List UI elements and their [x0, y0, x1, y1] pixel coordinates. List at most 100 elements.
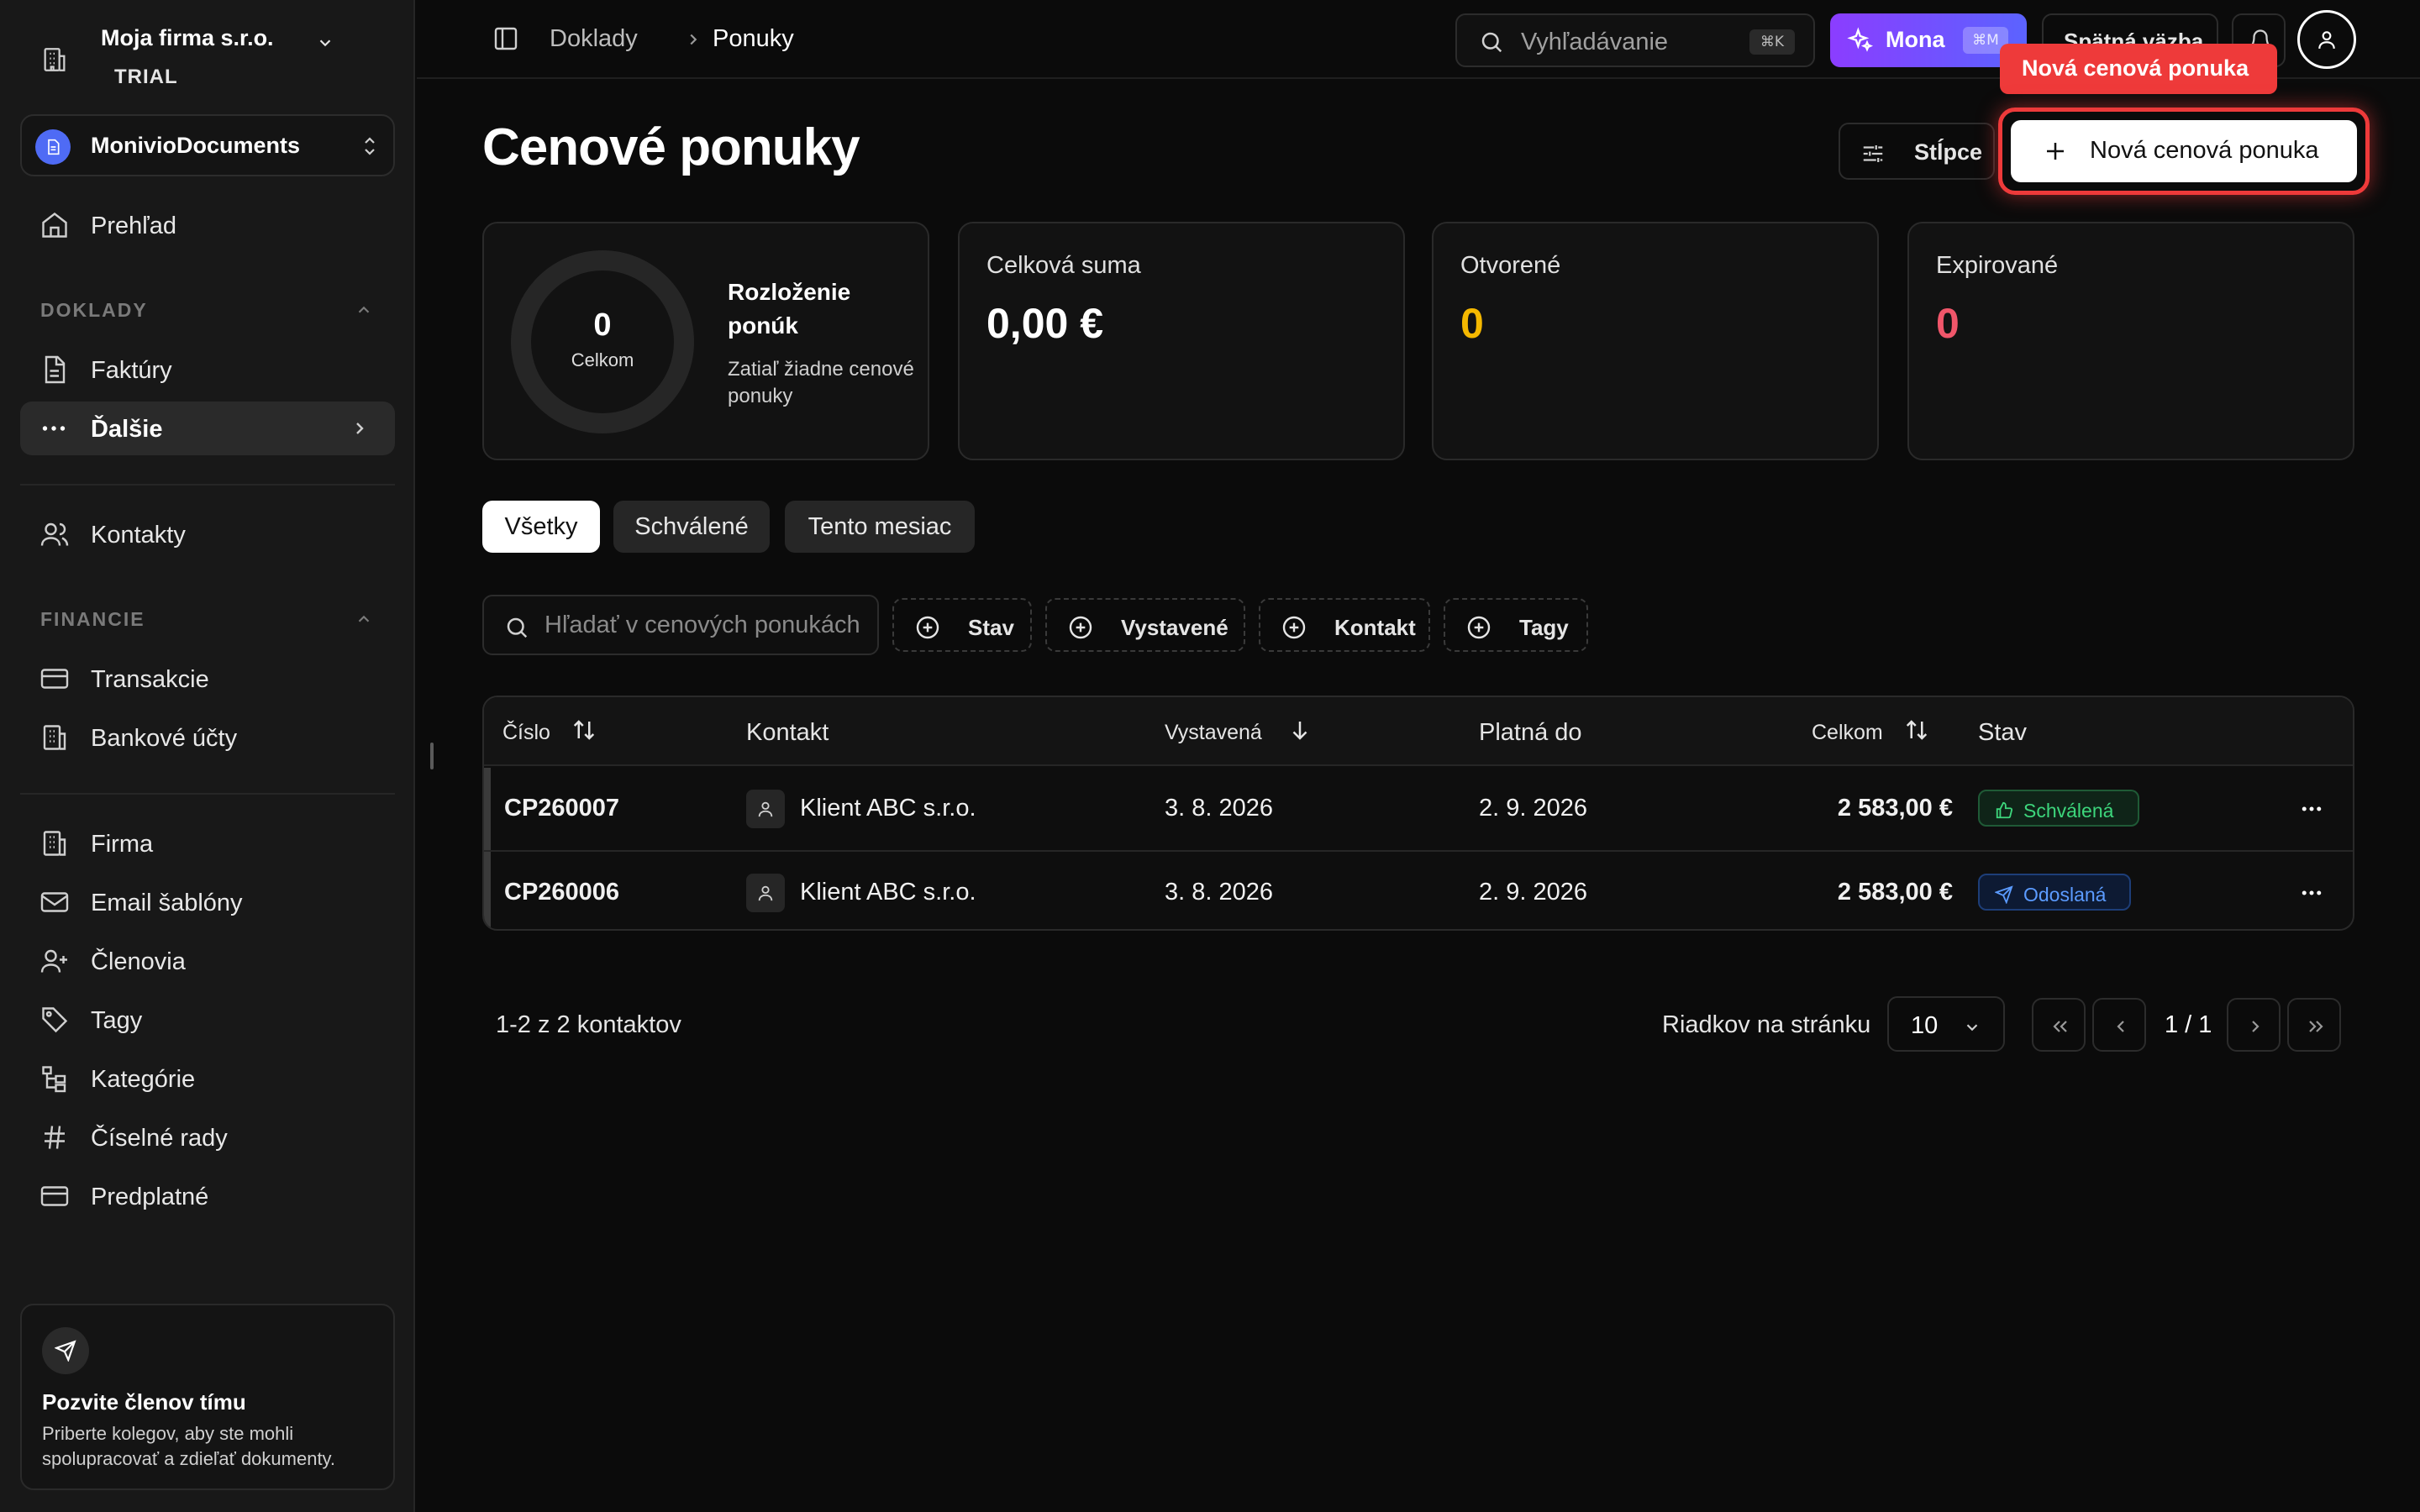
nav-bank-accounts-label: Bankové účty	[91, 725, 238, 752]
nav-transactions[interactable]: Transakcie	[20, 652, 395, 706]
filter-tags[interactable]: Tagy	[1444, 598, 1588, 652]
page-info: 1 / 1	[2165, 1011, 2212, 1038]
invite-team-card[interactable]: Pozvite členov tímu Priberte kolegov, ab…	[20, 1304, 395, 1490]
row-number[interactable]: CP260006	[504, 879, 619, 906]
breadcrumb-parent[interactable]: Doklady	[550, 25, 638, 53]
category-tree-icon	[39, 1063, 71, 1094]
row-total: 2 583,00 €	[1837, 795, 1953, 822]
row-count-text: 1-2 z 2 kontaktov	[496, 1011, 681, 1038]
nav-tags[interactable]: Tagy	[20, 993, 395, 1047]
row-actions-icon[interactable]	[2299, 796, 2324, 822]
send-icon	[1995, 885, 2013, 904]
open-value: 0	[1460, 300, 1484, 347]
sort-icon[interactable]	[1904, 717, 1929, 743]
row-contact[interactable]: Klient ABC s.r.o.	[800, 795, 976, 822]
app-switcher[interactable]: MonivioDocuments	[20, 114, 395, 176]
chevron-updown-icon	[360, 134, 380, 158]
sidebar-toggle-icon[interactable]	[492, 25, 519, 52]
file-text-icon	[39, 354, 69, 385]
nav-contacts[interactable]: Kontakty	[20, 507, 395, 561]
invite-title: Pozvite členov tímu	[42, 1389, 246, 1415]
columns-button[interactable]: Stĺpce	[1839, 123, 1995, 180]
ellipsis-icon	[39, 413, 69, 444]
sidebar: Moja firma s.r.o. TRIAL MonivioDocuments…	[0, 0, 415, 1512]
prev-page-button[interactable]	[2092, 998, 2146, 1052]
th-number[interactable]: Číslo	[502, 721, 550, 745]
quote-search[interactable]	[482, 595, 879, 655]
filter-status[interactable]: Stav	[892, 598, 1032, 652]
credit-card-icon	[39, 1181, 71, 1211]
sort-icon[interactable]	[571, 717, 597, 743]
nav-bank-accounts[interactable]: Bankové účty	[20, 711, 395, 764]
tab-this-month[interactable]: Tento mesiac	[785, 501, 975, 553]
filter-contact[interactable]: Kontakt	[1259, 598, 1430, 652]
quote-search-input[interactable]	[544, 608, 864, 642]
nav-invoices[interactable]: Faktúry	[20, 343, 395, 396]
tab-all[interactable]: Všetky	[482, 501, 600, 553]
table-row[interactable]: CP260007 Klient ABC s.r.o. 3. 8. 2026 2.…	[484, 768, 2353, 850]
nav-tags-label: Tagy	[91, 1007, 143, 1034]
nav-company[interactable]: Firma	[20, 816, 395, 870]
arrow-down-icon[interactable]	[1287, 717, 1313, 743]
chevron-up-icon[interactable]	[355, 610, 373, 628]
chevron-up-icon[interactable]	[355, 301, 373, 319]
expired-card: Expirované 0	[1907, 222, 2354, 460]
app-name: MonivioDocuments	[91, 133, 301, 158]
divider	[20, 793, 395, 795]
nav-more[interactable]: Ďalšie	[20, 402, 395, 455]
company-switcher[interactable]: Moja firma s.r.o. TRIAL	[34, 22, 387, 89]
filter-tags-label: Tagy	[1519, 615, 1569, 640]
chevrons-right-icon	[2309, 1021, 2323, 1032]
th-issued[interactable]: Vystavená	[1165, 721, 1262, 745]
th-total[interactable]: Celkom	[1812, 721, 1883, 745]
nav-subscription[interactable]: Predplatné	[20, 1169, 395, 1223]
sidebar-resize-handle[interactable]	[430, 743, 434, 769]
nav-invoices-label: Faktúry	[91, 357, 172, 384]
row-actions-icon[interactable]	[2299, 880, 2324, 906]
total-sum-card: Celková suma 0,00 €	[958, 222, 1405, 460]
new-quote-button[interactable]: Nová cenová ponuka	[2011, 120, 2357, 182]
next-page-button[interactable]	[2227, 998, 2281, 1052]
nav-more-label: Ďalšie	[91, 416, 163, 443]
open-label: Otvorené	[1460, 252, 1561, 279]
nav-members[interactable]: Členovia	[20, 934, 395, 988]
row-valid-until: 2. 9. 2026	[1479, 795, 1587, 822]
breadcrumb-current: Ponuky	[713, 25, 794, 52]
nav-number-series-label: Číselné rady	[91, 1125, 228, 1152]
tag-icon	[39, 1005, 71, 1035]
table-row[interactable]: CP260006 Klient ABC s.r.o. 3. 8. 2026 2.…	[484, 850, 2353, 929]
global-search[interactable]: Vyhľadávanie ⌘K	[1455, 13, 1815, 67]
send-icon	[42, 1327, 89, 1374]
chevron-right-icon	[350, 418, 370, 438]
filter-issued[interactable]: Vystavené	[1045, 598, 1245, 652]
plus-circle-icon	[916, 616, 939, 639]
mona-label: Mona	[1886, 27, 1945, 52]
status-badge: Odoslaná	[1978, 874, 2131, 911]
nav-subscription-label: Predplatné	[91, 1184, 209, 1210]
expired-value: 0	[1936, 300, 1960, 347]
bank-building-icon	[39, 722, 71, 753]
total-sum-label: Celková suma	[986, 252, 1141, 279]
mona-ai-button[interactable]: Mona ⌘M	[1830, 13, 2027, 67]
filter-contact-label: Kontakt	[1334, 615, 1416, 640]
tab-approved[interactable]: Schválené	[613, 501, 770, 553]
tooltip-text: Nová cenová ponuka	[2022, 55, 2249, 81]
donut-value: 0	[593, 307, 612, 343]
row-contact[interactable]: Klient ABC s.r.o.	[800, 879, 976, 906]
total-sum-value: 0,00 €	[986, 300, 1104, 347]
table-header: Číslo Kontakt Vystavená Platná do Celkom…	[484, 697, 2353, 766]
last-page-button[interactable]	[2287, 998, 2341, 1052]
nav-categories[interactable]: Kategórie	[20, 1052, 395, 1105]
user-avatar[interactable]	[2297, 10, 2356, 69]
nav-number-series[interactable]: Číselné rady	[20, 1110, 395, 1164]
nav-overview[interactable]: Prehľad	[20, 198, 395, 252]
distribution-title: Rozloženie ponúk	[728, 279, 851, 339]
nav-email-templates[interactable]: Email šablóny	[20, 875, 395, 929]
user-plus-icon	[39, 946, 71, 976]
distribution-empty-text: Zatiaľ žiadne cenové ponuky	[728, 358, 914, 407]
first-page-button[interactable]	[2032, 998, 2086, 1052]
rows-per-page-select[interactable]: 10	[1887, 996, 2005, 1052]
row-number[interactable]: CP260007	[504, 795, 619, 822]
divider	[20, 484, 395, 486]
th-status: Stav	[1978, 719, 2028, 746]
